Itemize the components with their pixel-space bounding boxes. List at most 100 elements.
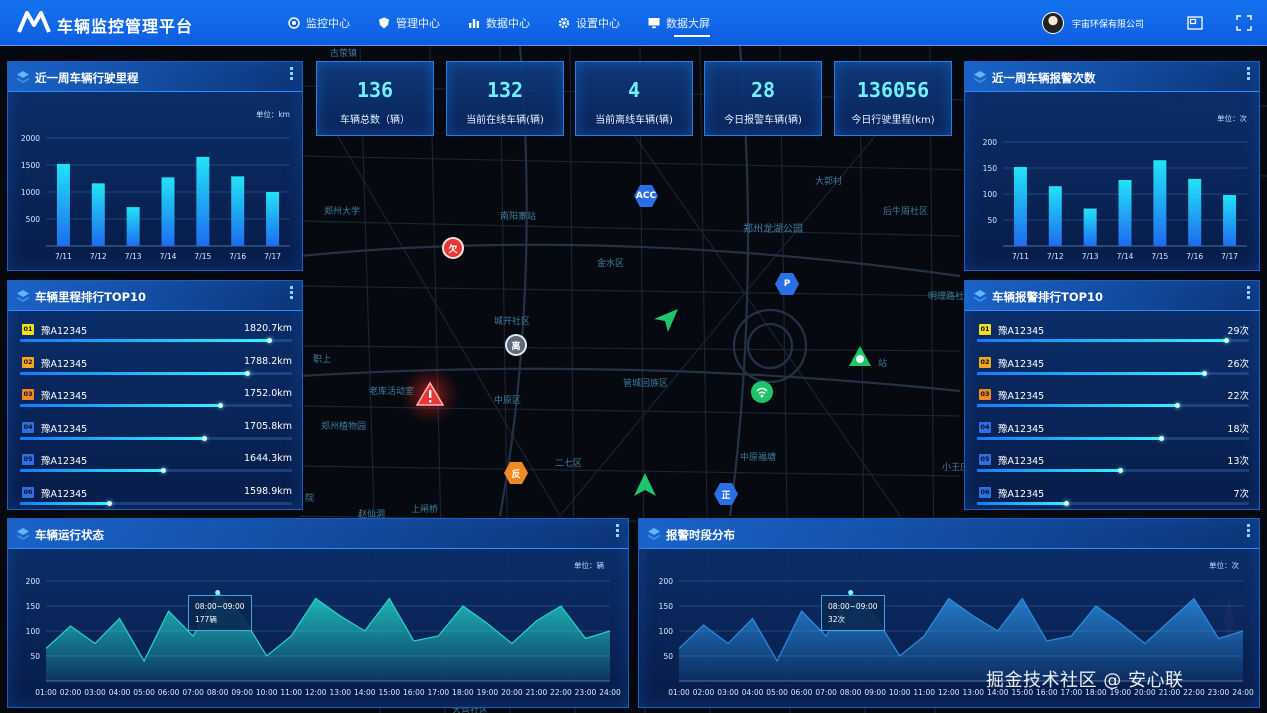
map-label: 站 [878, 359, 888, 369]
rank-row[interactable]: 05 豫A12345 1644.3km [20, 451, 292, 483]
panel-title: 车辆运行状态 [35, 528, 104, 542]
rank-progress-track [977, 403, 1249, 408]
stat-card-total: 136 车辆总数（辆） [316, 61, 434, 136]
offline-marker[interactable]: 离 [505, 334, 527, 356]
arrears-marker[interactable]: 欠 [442, 237, 464, 259]
y-tick-label: 2000 [21, 134, 40, 143]
rank-value: 13次 [1227, 456, 1249, 467]
plate-number: 豫A12345 [41, 423, 88, 435]
user-avatar[interactable] [1042, 12, 1064, 34]
rank-progress-fill [977, 436, 1162, 440]
x-tick-label: 7/13 [1082, 252, 1099, 261]
stat-label: 当前在线车辆(辆) [466, 115, 544, 126]
rank-badge: 05 [979, 454, 991, 465]
rank-progress-track [20, 370, 292, 376]
rank-progress-track [20, 468, 292, 473]
rank-progress-dot [106, 500, 112, 506]
x-tick-label: 23:00 [575, 688, 597, 697]
map-label: 管城回族区 [623, 379, 669, 389]
rank-progress-track [977, 468, 1249, 473]
y-tick-label: 200 [983, 138, 998, 147]
forward-vehicle-icon[interactable] [848, 345, 872, 367]
rank-row[interactable]: 01 豫A12345 29次 [977, 321, 1249, 353]
y-tick-label: 100 [983, 190, 998, 199]
x-tick-label: 12:00 [938, 688, 960, 697]
y-tick-label: 200 [659, 577, 674, 586]
more-icon[interactable] [1247, 524, 1251, 542]
rank-progress-dot [1202, 370, 1208, 376]
rank-row[interactable]: 04 豫A12345 1705.8km [20, 419, 292, 451]
nav-management-center[interactable]: 管理中心 [378, 0, 440, 46]
map-label: 郑州龙湖公园 [743, 224, 803, 235]
rank-row[interactable]: 06 豫A12345 1598.9km [20, 484, 292, 516]
rank-row[interactable]: 05 豫A12345 13次 [977, 451, 1249, 483]
rank-progress-fill [977, 469, 1122, 472]
map-label: 上闸桥 [411, 505, 439, 515]
y-tick-label: 1000 [21, 188, 40, 197]
plate-number: 豫A12345 [998, 423, 1045, 435]
signal-marker-icon[interactable] [750, 380, 774, 404]
x-tick-label: 7/12 [1047, 252, 1064, 261]
rank-progress-fill [977, 371, 1206, 375]
map-label: 古荥镇 [330, 49, 358, 59]
plate-number: 豫A12345 [41, 326, 88, 337]
alarm-marker-icon[interactable] [416, 381, 444, 407]
rank-row[interactable]: 06 豫A12345 7次 [977, 484, 1249, 516]
x-tick-label: 03:00 [717, 688, 739, 697]
more-icon[interactable] [290, 286, 294, 304]
rank-progress-dot [201, 435, 207, 441]
x-tick-label: 13:00 [962, 688, 984, 697]
rank-badge: 05 [22, 454, 34, 465]
vehicle-arrow-icon[interactable] [633, 472, 657, 498]
y-tick-label: 200 [26, 577, 41, 586]
nav-data-center[interactable]: 数据中心 [468, 0, 530, 46]
rank-progress-fill [977, 339, 1228, 342]
rank-row[interactable]: 02 豫A12345 1788.2km [20, 354, 292, 386]
layers-icon [17, 71, 29, 83]
bar [91, 183, 105, 246]
more-icon[interactable] [1247, 286, 1251, 304]
more-icon[interactable] [290, 67, 294, 85]
nav-settings-center[interactable]: 设置中心 [558, 0, 620, 46]
nav-monitor-center[interactable]: 监控中心 [288, 0, 350, 46]
window-toggle-icon[interactable] [1187, 15, 1203, 31]
panel-title: 近一周车辆行驶里程 [35, 71, 139, 85]
rank-progress-fill [20, 404, 222, 407]
tooltip-time: 08:00~09:00 [195, 602, 245, 611]
company-name: 宇宙环保有限公司 [1072, 20, 1145, 30]
y-tick-label: 50 [30, 652, 40, 661]
map-label: 职上 [313, 355, 332, 365]
rank-row[interactable]: 03 豫A12345 1752.0km [20, 386, 292, 418]
x-tick-label: 7/14 [160, 252, 177, 261]
plate-number: 豫A12345 [998, 326, 1045, 337]
gear-icon [558, 17, 570, 29]
rank-row[interactable]: 03 豫A12345 22次 [977, 386, 1249, 418]
rank-progress-track [977, 338, 1249, 343]
x-tick-label: 19:00 [477, 688, 499, 697]
x-tick-label: 21:00 [526, 688, 548, 697]
more-icon[interactable] [1247, 67, 1251, 85]
x-tick-label: 10:00 [889, 688, 911, 697]
fullscreen-icon[interactable] [1236, 15, 1252, 31]
x-tick-label: 7/13 [125, 252, 142, 261]
more-icon[interactable] [616, 524, 620, 542]
rank-row[interactable]: 01 豫A12345 1820.7km [20, 321, 292, 353]
top-header: 车辆监控管理平台 监控中心 管理中心 数据中心 设置中心 数据大屏 宇宙环保有限… [0, 0, 1267, 46]
x-tick-label: 08:00 [840, 688, 862, 697]
logo-icon [17, 11, 51, 33]
x-tick-label: 04:00 [109, 688, 131, 697]
rank-row[interactable]: 04 豫A12345 18次 [977, 419, 1249, 451]
vehicle-arrow-icon[interactable] [652, 307, 680, 333]
unit-label: 单位：次 [1217, 114, 1247, 123]
panel-alarm-top10: 车辆报警排行TOP10 01 豫A12345 29次 02 豫A12345 26次 03 豫A… [964, 280, 1260, 510]
nav-data-screen[interactable]: 数据大屏 [648, 0, 710, 46]
x-tick-label: 05:00 [133, 688, 155, 697]
rank-row[interactable]: 02 豫A12345 26次 [977, 354, 1249, 386]
tooltip-value: 32次 [828, 615, 846, 624]
x-tick-label: 20:00 [501, 688, 523, 697]
rank-progress-track [20, 500, 292, 506]
map-label: 中原区 [494, 396, 522, 406]
unit-label: 单位：次 [1209, 561, 1239, 570]
map-label: 大郭村 [815, 177, 843, 187]
mileage-bar-chart: 500 1000 1500 2000 7/11 7/12 7/13 7/14 7/15 7/16 7… [21, 134, 290, 261]
